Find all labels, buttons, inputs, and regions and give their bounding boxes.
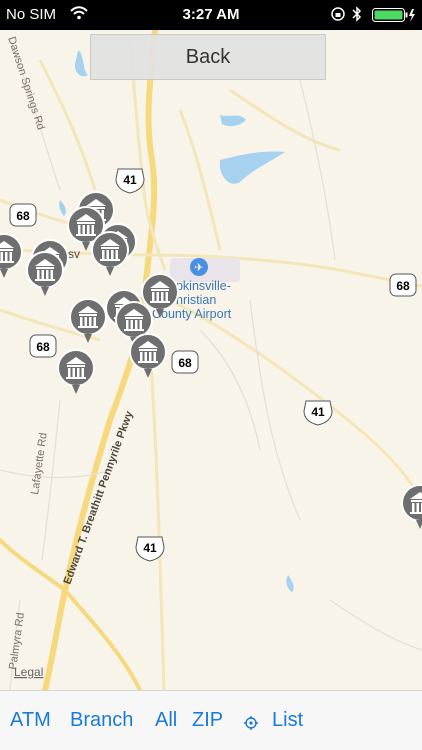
map-view[interactable]: ✈ Hopkinsville- Christian County Airport… — [0, 0, 422, 690]
road-label-palmyra: Palmyra Rd — [7, 612, 27, 671]
road-label-lafayette: Lafayette Rd — [29, 432, 50, 495]
status-bar: No SIM 3:27 AM — [0, 0, 422, 30]
svg-text:✈: ✈ — [194, 262, 203, 274]
bank-marker[interactable] — [401, 484, 422, 530]
road-label-pennyrile: Edward T. Breathitt Pennyrile Pkwy — [62, 409, 136, 586]
route-shield-68: 68 — [9, 203, 37, 227]
svg-text:41: 41 — [311, 405, 325, 419]
bank-marker[interactable] — [91, 231, 129, 277]
svg-text:41: 41 — [123, 173, 137, 187]
svg-text:68: 68 — [178, 356, 192, 370]
bank-markers — [0, 191, 422, 530]
list-view-button[interactable]: List — [272, 709, 303, 732]
bottom-toolbar: ATM Branch All ZIP List — [0, 690, 422, 750]
bank-marker[interactable] — [57, 349, 95, 395]
branch-filter-button[interactable]: Branch — [70, 709, 133, 732]
battery-icon — [372, 7, 416, 27]
all-filter-button[interactable]: All — [155, 709, 177, 732]
bank-marker[interactable] — [129, 333, 167, 379]
locate-me-icon[interactable] — [244, 713, 258, 736]
road-label-dawson: Dawson Springs Rd — [5, 35, 46, 131]
route-shield-41: 41 — [303, 400, 333, 426]
svg-text:41: 41 — [143, 541, 157, 555]
bank-marker[interactable] — [0, 233, 23, 279]
svg-text:68: 68 — [16, 209, 30, 223]
zip-search-button[interactable]: ZIP — [192, 709, 223, 732]
bank-marker[interactable] — [26, 251, 64, 297]
route-shield-68: 68 — [171, 350, 199, 374]
legal-link[interactable]: Legal — [14, 665, 43, 679]
route-shield-68: 68 — [29, 334, 57, 358]
svg-text:68: 68 — [396, 279, 410, 293]
bluetooth-icon — [352, 5, 362, 27]
bank-marker[interactable] — [69, 298, 107, 344]
orientation-lock-icon — [330, 6, 346, 26]
atm-filter-button[interactable]: ATM — [10, 709, 51, 732]
route-shield-41: 41 — [115, 168, 145, 194]
back-button[interactable]: Back — [90, 34, 326, 80]
route-shield-68: 68 — [389, 273, 417, 297]
svg-text:68: 68 — [36, 340, 50, 354]
